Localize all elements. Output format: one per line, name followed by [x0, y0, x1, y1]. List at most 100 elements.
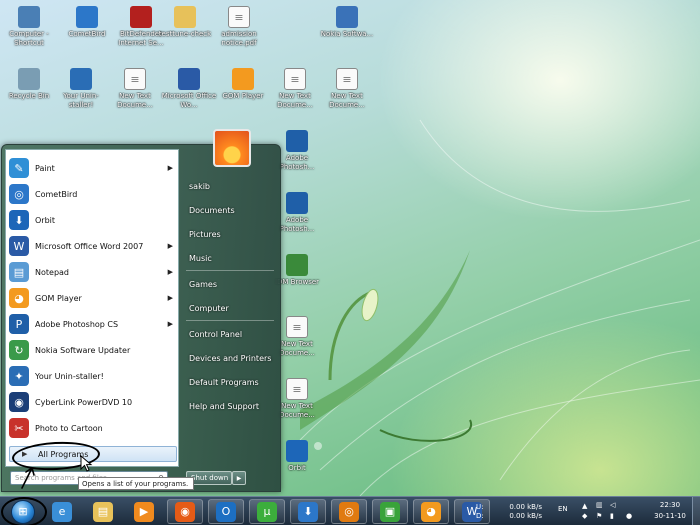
orbit-icon [286, 440, 308, 462]
right-item-label: Games [189, 279, 217, 289]
show-desktop-button[interactable] [692, 497, 700, 525]
desktop-icon[interactable]: Your Unin-staller! [52, 68, 110, 126]
right-item-default-programs[interactable]: Default Programs [184, 373, 278, 391]
network-icon[interactable]: ▥ [596, 501, 603, 509]
language-label: EN [558, 505, 568, 513]
idm-icon [286, 254, 308, 276]
start-menu-program-label: CyberLink PowerDVD 10 [35, 397, 133, 407]
desktop-icon[interactable]: New Text Docume... [266, 68, 324, 126]
start-menu-separator [186, 320, 274, 321]
taskbar-button[interactable]: ▶ [126, 499, 162, 524]
right-item-label: Music [189, 253, 212, 263]
chevron-right-icon: ▶ [167, 294, 173, 302]
show-hidden-icons-icon[interactable]: ▲ [582, 502, 587, 510]
flag-icon[interactable]: ⚑ [596, 512, 602, 520]
start-menu-program[interactable]: ⬇ Orbit [9, 208, 177, 232]
start-menu-program[interactable]: ◉ CyberLink PowerDVD 10 [9, 390, 177, 414]
chevron-right-icon: ▶ [167, 164, 173, 172]
start-menu-program[interactable]: ✎ Paint ▶ [9, 156, 177, 180]
taskbar-button[interactable]: ▣ [372, 499, 408, 524]
desktop-icon[interactable]: New Text Docume... [106, 68, 164, 126]
tooltip-text: Opens a list of your programs. [82, 479, 189, 488]
start-menu-program[interactable]: ◕ GOM Player ▶ [9, 286, 177, 310]
desktop-icon[interactable]: Microsoft Office Wo... [160, 68, 218, 126]
right-item-music[interactable]: Music [184, 249, 278, 267]
right-item-help-support[interactable]: Help and Support [184, 397, 278, 415]
right-item-label: Documents [189, 205, 235, 215]
desktop-icon-label: Recycle Bin [8, 92, 50, 100]
desktop-icon[interactable]: New Text Docume... [318, 68, 376, 126]
word-icon [178, 68, 200, 90]
shutdown-options-button[interactable]: ▶ [232, 471, 246, 485]
start-menu-program-label: Microsoft Office Word 2007 [35, 241, 144, 251]
orbit-icon: ⬇ [9, 210, 29, 230]
gom-player-icon: ◕ [421, 501, 441, 522]
right-item-devices-printers[interactable]: Devices and Printers [184, 349, 278, 367]
start-menu-program-label: Notepad [35, 267, 69, 277]
right-item-label: Default Programs [189, 377, 259, 387]
chevron-right-icon: ▶ [167, 242, 173, 250]
desktop-icon-label: New Text Docume... [277, 92, 313, 109]
start-menu-program-label: Your Unin-staller! [35, 371, 104, 381]
utorrent-icon: µ [257, 501, 277, 522]
start-menu: ✎ Paint ▶ ◎ CometBird ⬇ Orbit W Microsoft Office… [1, 129, 281, 492]
start-menu-program[interactable]: ↻ Nokia Software Updater [9, 338, 177, 362]
net-up-value: 0.00 kB/s [509, 503, 542, 511]
update-icon[interactable]: ● [626, 512, 632, 520]
desktop-icon[interactable]: CometBird [58, 6, 116, 64]
desktop-icon[interactable]: Recycle Bin [0, 68, 58, 126]
desktop-icon-label: Your Unin-staller! [63, 92, 99, 109]
net-up-label: U: [476, 503, 484, 511]
photoshop-icon: P [9, 314, 29, 334]
taskbar-button[interactable]: ◕ [413, 499, 449, 524]
word-icon: W [9, 236, 29, 256]
photoshop-icon [286, 130, 308, 152]
start-menu-program-label: Orbit [35, 215, 56, 225]
start-menu-program-label: Adobe Photoshop CS [35, 319, 119, 329]
desktop-icon[interactable]: testtune-check [156, 6, 214, 64]
pdf-icon [228, 6, 250, 28]
start-button[interactable]: ⊞ [1, 497, 47, 525]
taskbar-button[interactable]: ⬇ [290, 499, 326, 524]
gom-player-icon [232, 68, 254, 90]
start-menu-program[interactable]: P Adobe Photoshop CS ▶ [9, 312, 177, 336]
desktop-icon[interactable]: GOM Player [214, 68, 272, 126]
right-item-control-panel[interactable]: Control Panel [184, 325, 278, 343]
taskbar-button[interactable]: e [44, 499, 80, 524]
right-item-games[interactable]: Games [184, 275, 278, 293]
taskbar-button[interactable]: O [208, 499, 244, 524]
desktop-icon[interactable]: admission notice.pdf [210, 6, 268, 64]
taskbar-button[interactable]: µ [249, 499, 285, 524]
right-item-label: Help and Support [189, 401, 259, 411]
volume-icon[interactable]: ◁ [610, 501, 615, 509]
right-item-computer[interactable]: Computer [184, 299, 278, 317]
idm-download-icon: ⬇ [298, 501, 318, 522]
start-menu-program-label: Nokia Software Updater [35, 345, 131, 355]
cometbird-icon [76, 6, 98, 28]
right-item-pictures[interactable]: Pictures [184, 225, 278, 243]
start-menu-program[interactable]: ✂ Photo to Cartoon [9, 416, 177, 440]
recycle-bin-icon [18, 68, 40, 90]
taskbar-button[interactable]: ◎ [331, 499, 367, 524]
annotation-arrow [21, 467, 35, 489]
right-item-documents[interactable]: Documents [184, 201, 278, 219]
desktop-icon[interactable]: Nokia Softwa... [318, 6, 376, 64]
user-avatar[interactable] [213, 129, 251, 167]
start-menu-program[interactable]: ✦ Your Unin-staller! [9, 364, 177, 388]
shutdown-label: Shut down [191, 474, 229, 482]
start-menu-program[interactable]: W Microsoft Office Word 2007 ▶ [9, 234, 177, 258]
clock[interactable]: 22:30 30-11-10 [650, 500, 690, 522]
tray-app-icon[interactable]: ◆ [582, 512, 587, 520]
taskbar-button[interactable]: ◉ [167, 499, 203, 524]
start-menu-program[interactable]: ◎ CometBird [9, 182, 177, 206]
language-indicator[interactable]: EN [558, 505, 568, 513]
taskbar-button[interactable]: ▤ [85, 499, 121, 524]
power-icon[interactable]: ▮ [610, 512, 614, 520]
start-menu-programs-pane: ✎ Paint ▶ ◎ CometBird ⬇ Orbit W Microsoft Office… [5, 149, 179, 473]
desktop-icon[interactable]: Computer - Shortcut [0, 6, 58, 64]
right-item-user[interactable]: sakib [184, 177, 278, 195]
photoshop-icon [286, 192, 308, 214]
start-menu-program[interactable]: ▤ Notepad ▶ [9, 260, 177, 284]
right-item-label: Computer [189, 303, 229, 313]
desktop-icon-label: Computer - Shortcut [9, 30, 49, 47]
